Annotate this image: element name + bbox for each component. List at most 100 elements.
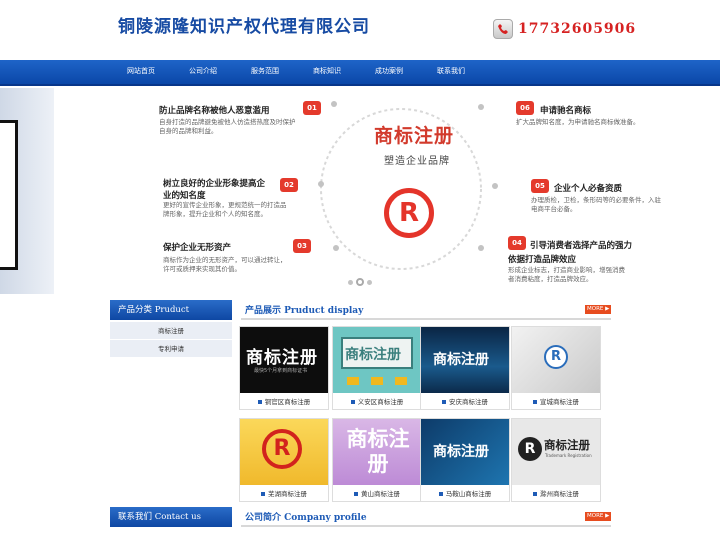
- center-title: 商标注册: [374, 125, 455, 147]
- nav-item-home[interactable]: 网站首页: [110, 60, 172, 84]
- product-caption: 芜湖商标注册: [240, 486, 328, 502]
- contact-box: 联系我们 Contact us: [110, 507, 232, 527]
- feature-03-desc: 许可或质押来实现其价值。: [163, 265, 241, 273]
- product-image-text: 商标注册: [544, 438, 590, 452]
- product-card[interactable]: 商标注册 义安区商标注册: [332, 326, 422, 410]
- contact-title: 联系我们 Contact us: [110, 507, 232, 527]
- product-card[interactable]: 商标注册 马鞍山商标注册: [420, 418, 510, 502]
- feature-02-badge: 02: [280, 178, 298, 192]
- page: 铜陵源隆知识产权代理有限公司 17732605906 网站首页 公司介绍 服务范…: [0, 0, 720, 540]
- product-caption: 安庆商标注册: [421, 394, 509, 410]
- qr-code-icon: [0, 120, 18, 270]
- sidebar-item-trademark[interactable]: 商标注册: [110, 322, 232, 340]
- carousel-dot[interactable]: [367, 280, 372, 285]
- product-image-text: 商标注册: [345, 347, 401, 363]
- feature-04-desc: 形成企业标志，打造商业影响，增强消费: [508, 266, 625, 274]
- nav-item-services[interactable]: 服务范围: [234, 60, 296, 84]
- feature-03-badge: 03: [293, 239, 311, 253]
- product-caption: 宣城商标注册: [512, 394, 600, 410]
- sidebar-item-patent[interactable]: 专利申请: [110, 340, 232, 358]
- product-image: R 商标注册 Trademark Registration: [512, 419, 600, 485]
- feature-01-badge: 01: [303, 101, 321, 115]
- caption-text: 黄山商标注册: [361, 490, 400, 498]
- nav-item-knowledge[interactable]: 商标知识: [296, 60, 358, 84]
- product-image-text: 商标注册: [346, 427, 410, 476]
- feature-02-desc: 牌形象，提升企业和个人的知名度。: [163, 210, 267, 218]
- company-section-header: 公司简介 Company profile MORE ▶: [241, 507, 611, 527]
- registered-trademark-icon: R: [262, 429, 302, 469]
- nav-item-contact[interactable]: 联系我们: [420, 60, 482, 84]
- product-more-button[interactable]: MORE ▶: [585, 305, 611, 314]
- nav-item-about[interactable]: 公司介绍: [172, 60, 234, 84]
- feature-04-title: 引导消费者选择产品的强力: [530, 241, 633, 251]
- phone-contact[interactable]: 17732605906: [493, 19, 636, 39]
- feature-06-desc: 扩大品牌知名度，为申请驰名商标做准备。: [516, 118, 640, 126]
- nav-item-cases[interactable]: 成功案例: [358, 60, 420, 84]
- product-image: 商标注册: [421, 327, 509, 393]
- registered-trademark-icon: R: [518, 437, 542, 461]
- product-image-subtext: Trademark Registration: [545, 453, 592, 458]
- phone-icon: [493, 19, 513, 39]
- feature-04-desc: 者消费粘度，打造品牌效应。: [508, 275, 593, 283]
- feature-02-desc: 更好的宣传企业形象，更规范统一的打造品: [163, 201, 287, 209]
- registered-trademark-icon: R: [544, 345, 568, 369]
- company-section-title: 公司简介 Company profile: [245, 513, 367, 523]
- site-title[interactable]: 铜陵源隆知识产权代理有限公司: [118, 12, 370, 37]
- hero-banner[interactable]: 商标注册 塑造企业品牌 R 防止品牌名称被他人恶意滥用 01 自身打造的品牌避免…: [0, 88, 720, 296]
- block-shape: [347, 377, 359, 385]
- feature-02-title: 业的知名度: [163, 191, 206, 201]
- ring-dot: [331, 101, 337, 107]
- caption-text: 滁州商标注册: [540, 490, 579, 498]
- product-caption: 铜官区商标注册: [240, 394, 328, 410]
- company-profile: 公司简介 Company profile MORE ▶: [241, 507, 611, 527]
- main-nav: 网站首页 公司介绍 服务范围 商标知识 成功案例 联系我们: [0, 60, 720, 86]
- registered-symbol: R: [398, 198, 420, 228]
- product-card[interactable]: 商标注册 最快5个月拿到商标证书 铜官区商标注册: [239, 326, 329, 410]
- ring-dot: [478, 245, 484, 251]
- product-caption: 滁州商标注册: [512, 486, 600, 502]
- ring-dot: [492, 183, 498, 189]
- product-card[interactable]: 商标注册 安庆商标注册: [420, 326, 510, 410]
- feature-01-title: 防止品牌名称被他人恶意滥用: [159, 106, 270, 116]
- caption-text: 芜湖商标注册: [268, 490, 307, 498]
- company-more-button[interactable]: MORE ▶: [585, 512, 611, 521]
- product-caption: 义安区商标注册: [333, 394, 421, 410]
- product-caption: 马鞍山商标注册: [421, 486, 509, 502]
- feature-06-title: 申请驰名商标: [540, 106, 592, 116]
- product-image: R: [240, 419, 328, 485]
- sidebar-title: 产品分类 Pruduct: [110, 300, 232, 320]
- feature-05-badge: 05: [531, 179, 549, 193]
- feature-05-desc: 办理质检，卫检，条形码等的必要条件，入驻: [531, 196, 661, 204]
- product-card[interactable]: R 宣城商标注册: [511, 326, 601, 410]
- product-image-text: 商标注册: [246, 348, 318, 368]
- product-card[interactable]: 商标注册 黄山商标注册: [332, 418, 422, 502]
- product-image: 商标注册: [333, 419, 421, 485]
- feature-05-desc: 电商平台必备。: [531, 205, 577, 213]
- more-label: MORE: [587, 306, 604, 312]
- product-image-subtext: 最快5个月拿到商标证书: [254, 368, 308, 374]
- ring-dot: [318, 181, 324, 187]
- feature-05-title: 企业个人必备资质: [554, 184, 623, 194]
- product-card[interactable]: R 芜湖商标注册: [239, 418, 329, 502]
- carousel-dot[interactable]: [348, 280, 353, 285]
- caption-text: 马鞍山商标注册: [445, 490, 492, 498]
- feature-03-desc: 商标作为企业的无形资产，可以通过转让，: [163, 256, 287, 264]
- qr-panel: [0, 88, 54, 294]
- product-image-text: 商标注册: [433, 444, 489, 460]
- feature-01-desc: 自身的品牌和利益。: [159, 127, 218, 135]
- caption-text: 宣城商标注册: [540, 398, 579, 406]
- product-card[interactable]: R 商标注册 Trademark Registration 滁州商标注册: [511, 418, 601, 502]
- phone-number: 17732605906: [518, 21, 637, 37]
- ring-dot: [333, 245, 339, 251]
- registered-symbol: R: [273, 436, 291, 461]
- registered-symbol: R: [550, 349, 561, 364]
- product-image: 商标注册: [421, 419, 509, 485]
- ring-dot: [478, 104, 484, 110]
- center-subtitle: 塑造企业品牌: [384, 156, 450, 167]
- carousel-dot-active[interactable]: [356, 278, 364, 286]
- product-image-text: 商标注册: [433, 352, 489, 368]
- caption-text: 铜官区商标注册: [264, 398, 311, 406]
- product-caption: 黄山商标注册: [333, 486, 421, 502]
- caption-text: 安庆商标注册: [449, 398, 488, 406]
- feature-06-badge: 06: [516, 101, 534, 115]
